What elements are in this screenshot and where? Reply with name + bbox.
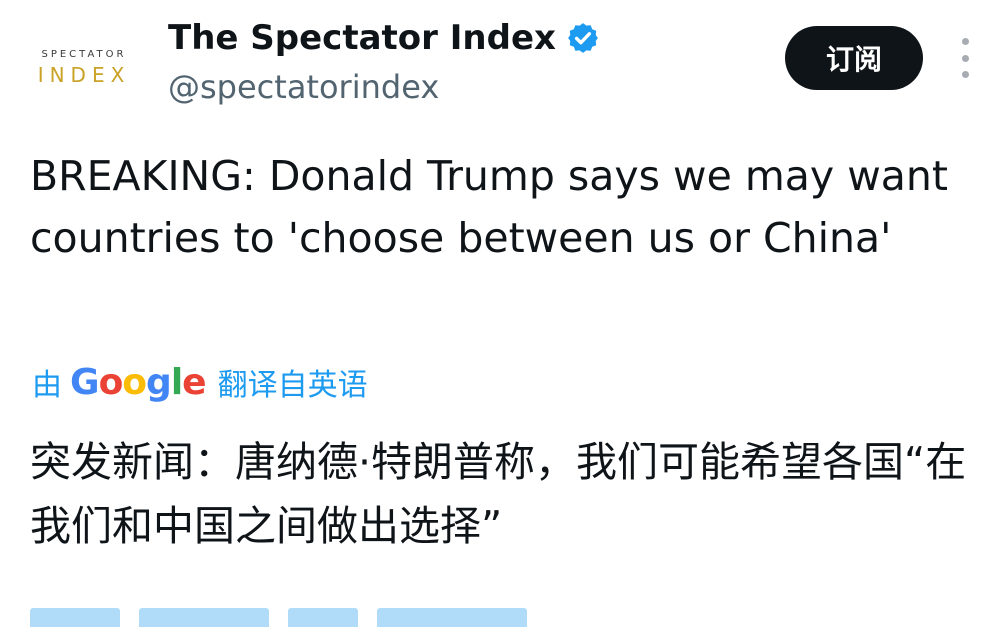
- tweet-text: BREAKING: Donald Trump says we may want …: [30, 152, 948, 262]
- avatar-logo-bottom: INDEX: [37, 63, 131, 87]
- translation-attribution-link[interactable]: 由 Google 翻译自英语: [32, 356, 368, 408]
- cut-off-fragment: [139, 608, 270, 627]
- cut-off-content: [30, 608, 590, 627]
- tweet-card: SPECTATOR INDEX The Spectator Index @spe…: [0, 0, 1006, 627]
- avatar-logo-top: SPECTATOR: [41, 49, 127, 60]
- more-dot: [961, 54, 969, 62]
- verified-badge-icon: [566, 21, 600, 55]
- cut-off-fragment: [377, 608, 528, 627]
- translated-tweet-text: 突发新闻：唐纳德·特朗普称，我们可能希望各国“在我们和中国之间做出选择”: [30, 438, 967, 550]
- subscribe-button[interactable]: 订阅: [785, 26, 923, 90]
- more-vertical-icon[interactable]: [953, 38, 977, 78]
- more-dot: [961, 71, 969, 78]
- google-logo: Google: [70, 361, 207, 403]
- translation-suffix: 翻译自英语: [217, 368, 368, 403]
- display-name[interactable]: The Spectator Index: [168, 18, 556, 58]
- account-handle[interactable]: @spectatorindex: [168, 68, 439, 106]
- avatar[interactable]: SPECTATOR INDEX: [22, 30, 146, 106]
- cut-off-fragment: [288, 608, 359, 627]
- translation-prefix: 由: [32, 368, 62, 403]
- more-dot: [961, 38, 969, 45]
- account-name-row[interactable]: The Spectator Index: [168, 18, 600, 58]
- cut-off-fragment: [30, 608, 120, 627]
